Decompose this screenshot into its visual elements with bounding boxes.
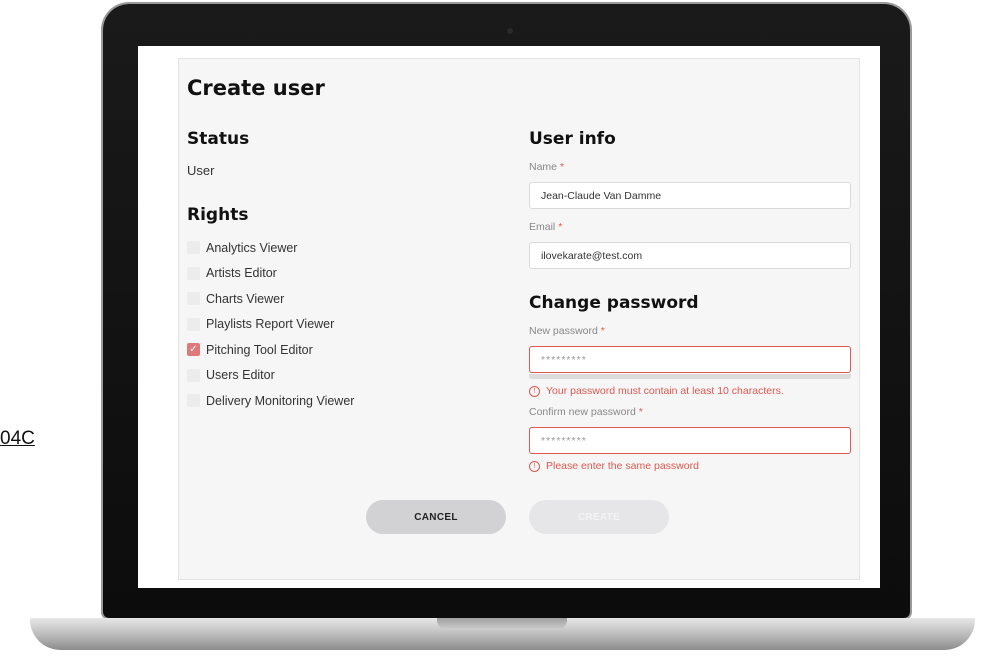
right-label: Charts Viewer: [206, 291, 285, 306]
rights-list: Analytics Viewer Artists Editor Charts V…: [187, 235, 507, 414]
stray-text: 04C: [0, 428, 35, 449]
checkbox[interactable]: [187, 266, 200, 280]
checkbox[interactable]: [187, 292, 200, 306]
user-info-heading: User info: [529, 129, 616, 149]
right-label: Artists Editor: [206, 266, 277, 281]
laptop-screen: Create user Status User Rights Analytics…: [138, 46, 880, 588]
email-input[interactable]: ilovekarate@test.com: [529, 242, 851, 269]
password-strength-bar: [529, 374, 851, 379]
required-mark: *: [559, 161, 565, 173]
right-artists-editor[interactable]: Artists Editor: [187, 261, 507, 287]
error-text: Your password must contain at least 10 c…: [546, 385, 784, 397]
email-label: Email *: [529, 221, 851, 233]
error-icon: !: [529, 385, 540, 397]
right-label: Delivery Monitoring Viewer: [206, 393, 355, 408]
right-pitching-tool-editor[interactable]: ✓ Pitching Tool Editor: [187, 337, 507, 363]
name-label-text: Name: [529, 161, 558, 173]
new-password-label-text: New password: [529, 325, 598, 337]
left-column: Status User Rights Analytics Viewer Arti…: [187, 129, 507, 414]
confirm-password-label-text: Confirm new password: [529, 406, 636, 418]
page-title: Create user: [187, 76, 325, 100]
right-playlists-report-viewer[interactable]: Playlists Report Viewer: [187, 312, 507, 338]
status-heading: Status: [187, 129, 250, 149]
confirm-password-label: Confirm new password *: [529, 406, 851, 418]
new-password-input[interactable]: *********: [529, 346, 851, 373]
status-value: User: [187, 163, 215, 178]
right-label: Pitching Tool Editor: [206, 342, 313, 357]
check-icon: ✓: [189, 344, 198, 356]
cancel-button[interactable]: CANCEL: [366, 500, 506, 534]
right-analytics-viewer[interactable]: Analytics Viewer: [187, 235, 507, 261]
new-password-error: ! Your password must contain at least 10…: [529, 385, 851, 397]
right-users-editor[interactable]: Users Editor: [187, 363, 507, 389]
checkbox[interactable]: [187, 241, 200, 255]
checkbox-checked[interactable]: ✓: [187, 343, 200, 357]
error-text: Please enter the same password: [546, 460, 699, 472]
checkbox[interactable]: [187, 394, 200, 408]
right-label: Users Editor: [206, 368, 275, 383]
name-label: Name *: [529, 161, 851, 173]
right-delivery-monitoring-viewer[interactable]: Delivery Monitoring Viewer: [187, 388, 507, 414]
right-label: Analytics Viewer: [206, 240, 298, 255]
confirm-password-input[interactable]: *********: [529, 427, 851, 454]
right-column: User info Name * Jean-Claude Van Damme E…: [529, 129, 851, 472]
create-user-panel: Create user Status User Rights Analytics…: [178, 58, 860, 580]
required-mark: *: [638, 406, 643, 418]
required-mark: *: [558, 221, 563, 233]
laptop-notch: [437, 618, 567, 630]
email-label-text: Email: [529, 221, 556, 233]
confirm-password-error: ! Please enter the same password: [529, 460, 851, 472]
checkbox[interactable]: [187, 317, 200, 331]
rights-heading: Rights: [187, 205, 249, 225]
checkbox[interactable]: [187, 368, 200, 382]
right-charts-viewer[interactable]: Charts Viewer: [187, 286, 507, 312]
name-input[interactable]: Jean-Claude Van Damme: [529, 182, 851, 209]
create-button[interactable]: CREATE: [529, 500, 669, 534]
change-password-heading: Change password: [529, 293, 699, 313]
camera-icon: [507, 28, 513, 34]
error-icon: !: [529, 460, 540, 472]
required-mark: *: [600, 325, 605, 337]
right-label: Playlists Report Viewer: [206, 317, 335, 332]
new-password-label: New password *: [529, 325, 851, 337]
